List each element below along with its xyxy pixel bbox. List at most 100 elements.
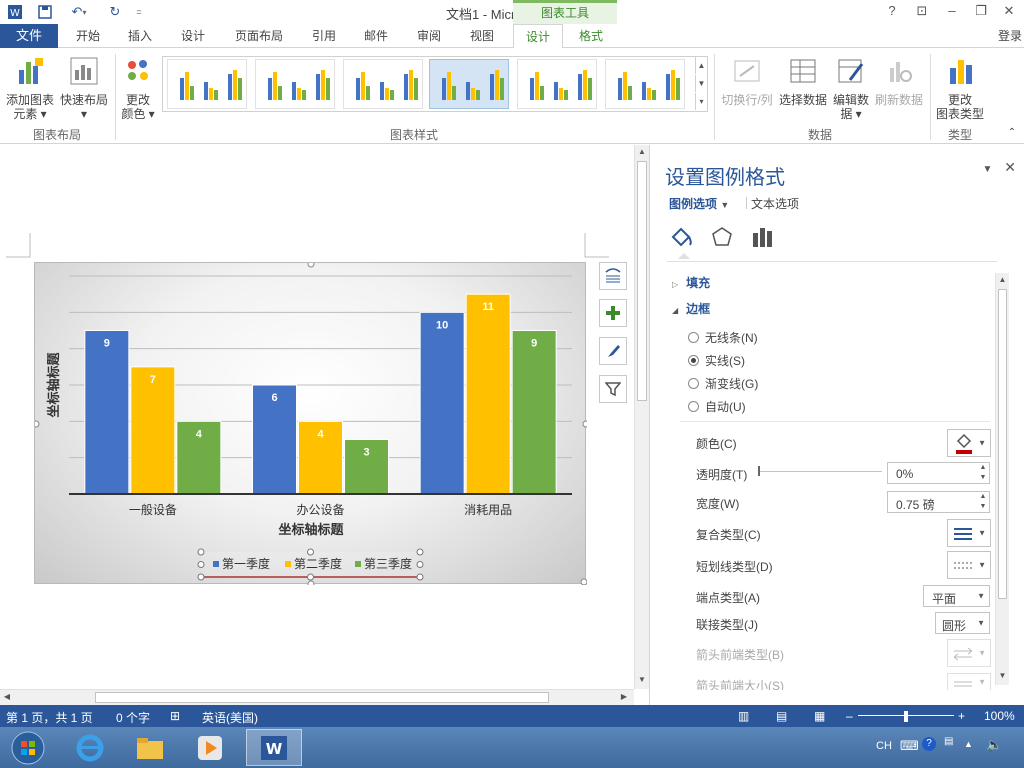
volume-icon[interactable]: 🔈 [986, 737, 1002, 753]
restore-icon[interactable]: ❐ [970, 3, 992, 21]
file-explorer-taskbar-icon[interactable] [122, 729, 178, 766]
ribbon-display-icon[interactable]: ⊡ [911, 3, 933, 21]
transparency-slider-thumb[interactable] [758, 466, 760, 476]
fill-line-icon[interactable] [669, 225, 695, 249]
start-button[interactable] [0, 729, 56, 766]
cap-type-dropdown[interactable]: 平面 ▼ [923, 585, 990, 607]
pane-close-icon[interactable]: ✕ [1004, 159, 1016, 175]
vertical-scrollbar[interactable]: ▲ ▼ [634, 145, 649, 689]
transparency-slider[interactable] [758, 471, 882, 472]
media-player-taskbar-icon[interactable] [182, 729, 238, 766]
word-taskbar-icon[interactable]: W [246, 729, 302, 766]
zoom-in-icon[interactable]: + [958, 709, 965, 723]
help-icon[interactable]: ? [881, 3, 903, 21]
bar-chart[interactable]: 974一般设备643办公设备10119消耗用品坐标轴标题坐标轴标题第一季度 第二季… [35, 263, 587, 585]
proofing-icon[interactable]: ⊞ [170, 709, 180, 723]
scroll-down-icon[interactable]: ▼ [635, 675, 649, 684]
horizontal-scroll-thumb[interactable] [95, 692, 549, 703]
arrow-begin-size-dropdown[interactable]: ▼ [947, 673, 991, 690]
width-input[interactable]: 0.75 磅 ▲ ▼ [887, 491, 990, 513]
compound-type-dropdown[interactable]: ▼ [947, 519, 991, 547]
horizontal-scrollbar[interactable]: ◀ ▶ [0, 689, 634, 705]
change-chart-type-button[interactable]: 更改 图表类型 [934, 56, 986, 121]
tab-design[interactable]: 设计 [171, 24, 215, 48]
word-count[interactable]: 0 个字 [116, 709, 150, 726]
internet-explorer-taskbar-icon[interactable] [62, 729, 118, 766]
language[interactable]: 英语(美国) [202, 709, 258, 726]
edit-data-button[interactable]: 编辑数 据 ▾ [830, 56, 872, 121]
close-icon[interactable]: ✕ [998, 3, 1020, 21]
web-layout-icon[interactable]: ▦ [814, 709, 825, 723]
keyboard-icon[interactable]: ⌨ [900, 738, 919, 754]
transparency-input[interactable]: 0% ▲ ▼ [887, 462, 990, 484]
pane-menu-icon[interactable]: ▼ [982, 164, 992, 175]
gallery-down-icon[interactable]: ▼ [695, 75, 707, 92]
pane-scrollbar[interactable]: ▲ ▼ [995, 273, 1009, 685]
tab-chart-design[interactable]: 设计 [513, 24, 563, 49]
dash-type-dropdown[interactable]: ▼ [947, 551, 991, 579]
tab-insert[interactable]: 插入 [118, 24, 162, 48]
tray-overflow-icon[interactable]: ▤ [944, 736, 953, 747]
radio-solid-line[interactable]: 实线(S) [688, 352, 745, 369]
change-colors-button[interactable]: 更改 颜色 ▾ [118, 56, 158, 121]
chart-style-5[interactable] [517, 59, 597, 109]
minimize-icon[interactable]: – [941, 3, 963, 21]
collapse-ribbon-icon[interactable]: ⌃ [1004, 126, 1020, 140]
chart-area[interactable]: 9 7 4 一般设备 6 4 3 办公设备 10 11 9 消耗用品 坐标轴标题 坐标轴标题 第一季度 第二季… [34, 262, 587, 585]
tab-home[interactable]: 开始 [66, 24, 110, 48]
effects-icon[interactable] [709, 225, 735, 249]
radio-automatic[interactable]: 自动(U) [688, 398, 746, 415]
gallery-more-icon[interactable]: ▾ [695, 93, 707, 110]
chart-style-6[interactable] [605, 59, 685, 109]
ime-indicator[interactable]: CH [876, 740, 892, 752]
switch-row-column-button[interactable]: 切换行/列 [718, 56, 776, 107]
scroll-left-icon[interactable]: ◀ [2, 692, 12, 701]
tab-review[interactable]: 审阅 [407, 24, 451, 48]
quick-layout-button[interactable]: 快速布局 ▾ [58, 56, 110, 121]
zoom-slider-thumb[interactable] [904, 711, 908, 722]
chart-styles-button[interactable] [599, 337, 627, 365]
tab-page-layout[interactable]: 页面布局 [228, 24, 290, 48]
radio-no-line[interactable]: 无线条(N) [688, 329, 758, 346]
section-border[interactable]: ◢ 边框 [672, 300, 710, 317]
chart-styles-gallery[interactable]: ▲ ▼ ▾ [162, 56, 708, 112]
login-link[interactable]: 登录 [998, 24, 1022, 48]
chart-elements-button[interactable] [599, 299, 627, 327]
page-count[interactable]: 第 1 页，共 1 页 [6, 709, 93, 726]
zoom-out-icon[interactable]: – [846, 709, 853, 723]
chart-style-4-selected[interactable] [429, 59, 509, 109]
tab-references[interactable]: 引用 [302, 24, 346, 48]
select-data-button[interactable]: 选择数据 [776, 56, 830, 107]
radio-gradient-line[interactable]: 渐变线(G) [688, 375, 758, 392]
pane-scroll-up-icon[interactable]: ▲ [996, 275, 1009, 284]
tab-file[interactable]: 文件 [0, 24, 58, 48]
tab-view[interactable]: 视图 [460, 24, 504, 48]
refresh-data-button[interactable]: 刷新数据 [872, 56, 926, 107]
layout-options-button[interactable] [599, 262, 627, 290]
section-fill[interactable]: ▷ 填充 [672, 274, 710, 291]
chart-filters-button[interactable] [599, 375, 627, 403]
chart-style-2[interactable] [255, 59, 335, 109]
show-hidden-icons[interactable]: ▲ [964, 739, 973, 749]
scroll-right-icon[interactable]: ▶ [619, 692, 629, 701]
scroll-up-icon[interactable]: ▲ [635, 147, 649, 156]
help-tray-icon[interactable]: ? [922, 737, 936, 751]
vertical-scroll-thumb[interactable] [637, 161, 647, 401]
read-mode-icon[interactable]: ▥ [738, 709, 749, 723]
tab-chart-format[interactable]: 格式 [567, 24, 615, 48]
join-type-dropdown[interactable]: 圆形 ▼ [935, 612, 990, 634]
add-chart-element-button[interactable]: 添加图表 元素 ▾ [4, 56, 56, 121]
gallery-up-icon[interactable]: ▲ [695, 57, 707, 74]
legend-options-icon[interactable] [749, 225, 775, 249]
pane-scroll-thumb[interactable] [998, 289, 1007, 599]
tab-legend-options[interactable]: 图例选项 ▼ [669, 195, 729, 212]
arrow-begin-type-dropdown[interactable]: ▼ [947, 639, 991, 667]
chart-style-1[interactable] [167, 59, 247, 109]
tab-mailings[interactable]: 邮件 [354, 24, 398, 48]
color-picker-button[interactable]: ▼ [947, 429, 991, 457]
zoom-level[interactable]: 100% [984, 709, 1015, 723]
pane-scroll-down-icon[interactable]: ▼ [996, 671, 1009, 680]
print-layout-icon[interactable]: ▤ [776, 709, 787, 723]
tab-text-options[interactable]: 文本选项 [751, 195, 799, 212]
chart-style-3[interactable] [343, 59, 423, 109]
